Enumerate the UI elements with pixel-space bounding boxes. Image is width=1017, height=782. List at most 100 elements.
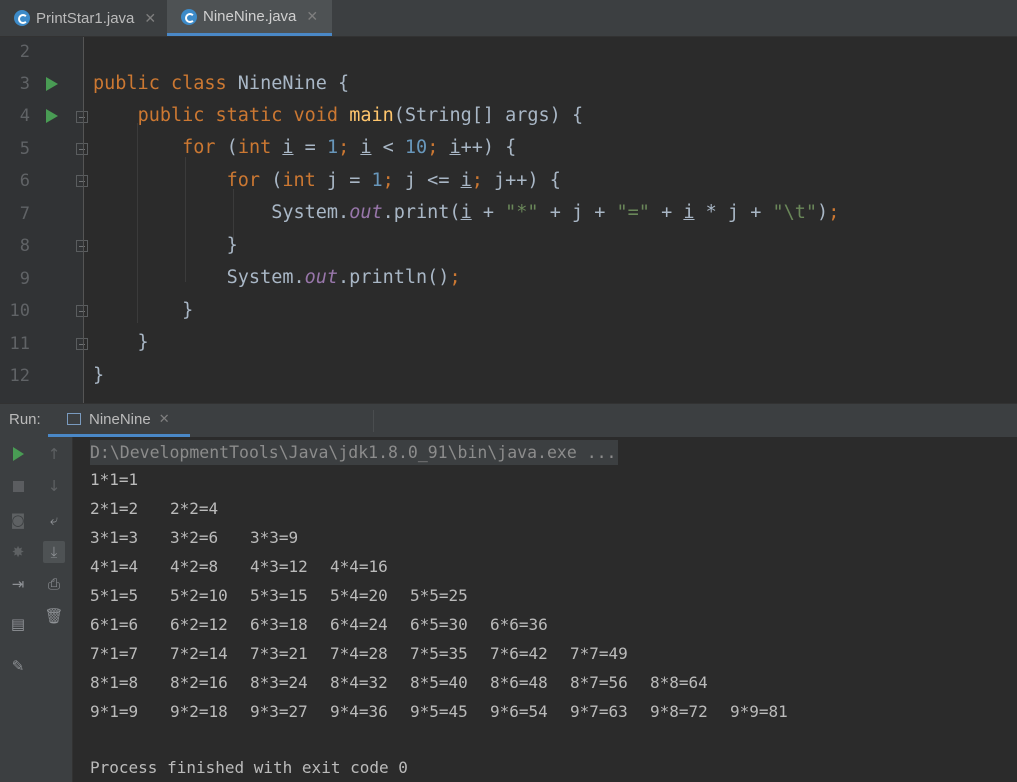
code-line: }: [93, 332, 149, 353]
console-output[interactable]: [73, 437, 1017, 782]
console-cell: 8*1=8: [90, 673, 139, 692]
pin-icon: ✎: [11, 657, 25, 675]
scroll-up-button[interactable]: ↑: [43, 443, 65, 465]
console-cell: 5*1=5: [90, 586, 139, 605]
gutter-divider: [83, 37, 84, 403]
console-cell: 7*6=42: [490, 644, 548, 663]
print-button[interactable]: ⎙: [43, 573, 65, 595]
print-icon: ⎙: [47, 575, 60, 593]
trash-icon: 🗑: [44, 607, 64, 625]
fold-icon[interactable]: [76, 175, 88, 187]
close-icon[interactable]: ✕: [306, 8, 318, 25]
run-gutter-icon[interactable]: [46, 109, 58, 123]
line-number: 6: [19, 171, 30, 191]
stop-icon: [12, 480, 24, 492]
console-cell: 9*4=36: [330, 702, 388, 721]
debug-button[interactable]: ✸: [7, 541, 29, 563]
console-cell: 7*3=21: [250, 644, 308, 663]
code-line: System.out.println();: [93, 267, 461, 288]
console-cell: 5*3=15: [250, 586, 308, 605]
run-tab-ninenine[interactable]: NineNine ✕: [48, 404, 190, 437]
line-number: 2: [19, 42, 30, 62]
close-icon[interactable]: ✕: [159, 411, 170, 427]
java-class-icon: [14, 10, 30, 26]
fold-icon[interactable]: [76, 338, 88, 350]
line-number: 12: [9, 366, 30, 386]
console-cell: 1*1=1: [90, 470, 139, 489]
camera-button[interactable]: ◙: [7, 509, 29, 531]
console-cell: 7*5=35: [410, 644, 468, 663]
console-cell: 4*3=12: [250, 557, 308, 576]
tab-label: PrintStar1.java: [36, 9, 135, 27]
tab-ninenine[interactable]: NineNine.java ✕: [167, 0, 332, 36]
line-number: 5: [19, 139, 30, 159]
console-cell: 9*5=45: [410, 702, 468, 721]
console-command[interactable]: D:\DevelopmentTools\Java\jdk1.8.0_91\bin…: [90, 440, 618, 465]
console-cell: 6*5=30: [410, 615, 468, 634]
console-cell: 7*1=7: [90, 644, 139, 663]
console-cell: 9*3=27: [250, 702, 308, 721]
fold-icon[interactable]: [76, 240, 88, 252]
line-number: 10: [9, 301, 30, 321]
console-cell: 8*5=40: [410, 673, 468, 692]
code-line: }: [93, 365, 105, 386]
code-line: }: [93, 235, 238, 256]
tab-printstar1[interactable]: PrintStar1.java ✕: [0, 0, 166, 36]
console-cell: 3*1=3: [90, 528, 139, 547]
code-editor[interactable]: 2 3 4 5 6 7 8 9 10 11 12 public class Ni…: [0, 37, 1017, 403]
console-cell: 8*3=24: [250, 673, 308, 692]
run-label: Run:: [9, 411, 41, 428]
clear-button[interactable]: 🗑: [43, 605, 65, 627]
console-cell: 8*6=48: [490, 673, 548, 692]
line-number: 8: [19, 236, 30, 256]
stop-button[interactable]: [7, 475, 29, 497]
console-exit-line: Process finished with exit code 0: [90, 758, 408, 777]
line-number: 3: [19, 74, 30, 94]
fold-icon[interactable]: [76, 111, 88, 123]
console-cell: 5*5=25: [410, 586, 468, 605]
scroll-to-end-button[interactable]: ⤓: [43, 541, 65, 563]
soft-wrap-button[interactable]: ⤶: [43, 509, 65, 531]
console-cell: 6*2=12: [170, 615, 228, 634]
console-cell: 9*9=81: [730, 702, 788, 721]
layout-button[interactable]: ▤: [7, 613, 29, 635]
editor-gutter: 2 3 4 5 6 7 8 9 10 11 12: [0, 37, 88, 403]
scroll-down-button[interactable]: ↓: [43, 475, 65, 497]
console-cell: 9*8=72: [650, 702, 708, 721]
console-cell: 2*2=4: [170, 499, 219, 518]
code-line: System.out.print(i + "*" + j + "=" + i *…: [93, 202, 840, 223]
run-gutter-icon[interactable]: [46, 77, 58, 91]
rerun-button[interactable]: [7, 443, 29, 465]
close-icon[interactable]: ✕: [144, 10, 156, 27]
java-class-icon: [181, 8, 197, 25]
restore-layout-button[interactable]: ⇥: [7, 573, 29, 595]
console-cell: 4*2=8: [170, 557, 219, 576]
pin-button[interactable]: ✎: [7, 655, 29, 677]
console-cell: 8*2=16: [170, 673, 228, 692]
play-icon: [12, 447, 24, 461]
console-cell: 9*1=9: [90, 702, 139, 721]
console-cell: 6*3=18: [250, 615, 308, 634]
console-cell: 4*1=4: [90, 557, 139, 576]
console-cell: 9*2=18: [170, 702, 228, 721]
code-line: public static void main(String[] args) {: [137, 105, 584, 126]
console-cell: 2*1=2: [90, 499, 139, 518]
run-tab-label: NineNine: [89, 410, 151, 428]
console-cell: 6*1=6: [90, 615, 139, 634]
console-cell: 6*6=36: [490, 615, 548, 634]
console-cell: 5*4=20: [330, 586, 388, 605]
code-line: for (int j = 1; j <= i; j++) {: [226, 170, 561, 191]
line-number: 11: [9, 334, 30, 354]
console-cell: 8*4=32: [330, 673, 388, 692]
fold-icon[interactable]: [76, 143, 88, 155]
run-panel-header: Run: NineNine ✕: [0, 403, 1017, 437]
divider: [373, 410, 374, 432]
code-line: for (int i = 1; i < 10; i++) {: [182, 137, 517, 158]
console-cell: 9*6=54: [490, 702, 548, 721]
fold-icon[interactable]: [76, 305, 88, 317]
wrap-icon: ⤶: [49, 511, 59, 529]
camera-icon: ◙: [10, 511, 26, 529]
line-number: 9: [19, 269, 30, 289]
console-cell: 7*4=28: [330, 644, 388, 663]
console-cell: 5*2=10: [170, 586, 228, 605]
